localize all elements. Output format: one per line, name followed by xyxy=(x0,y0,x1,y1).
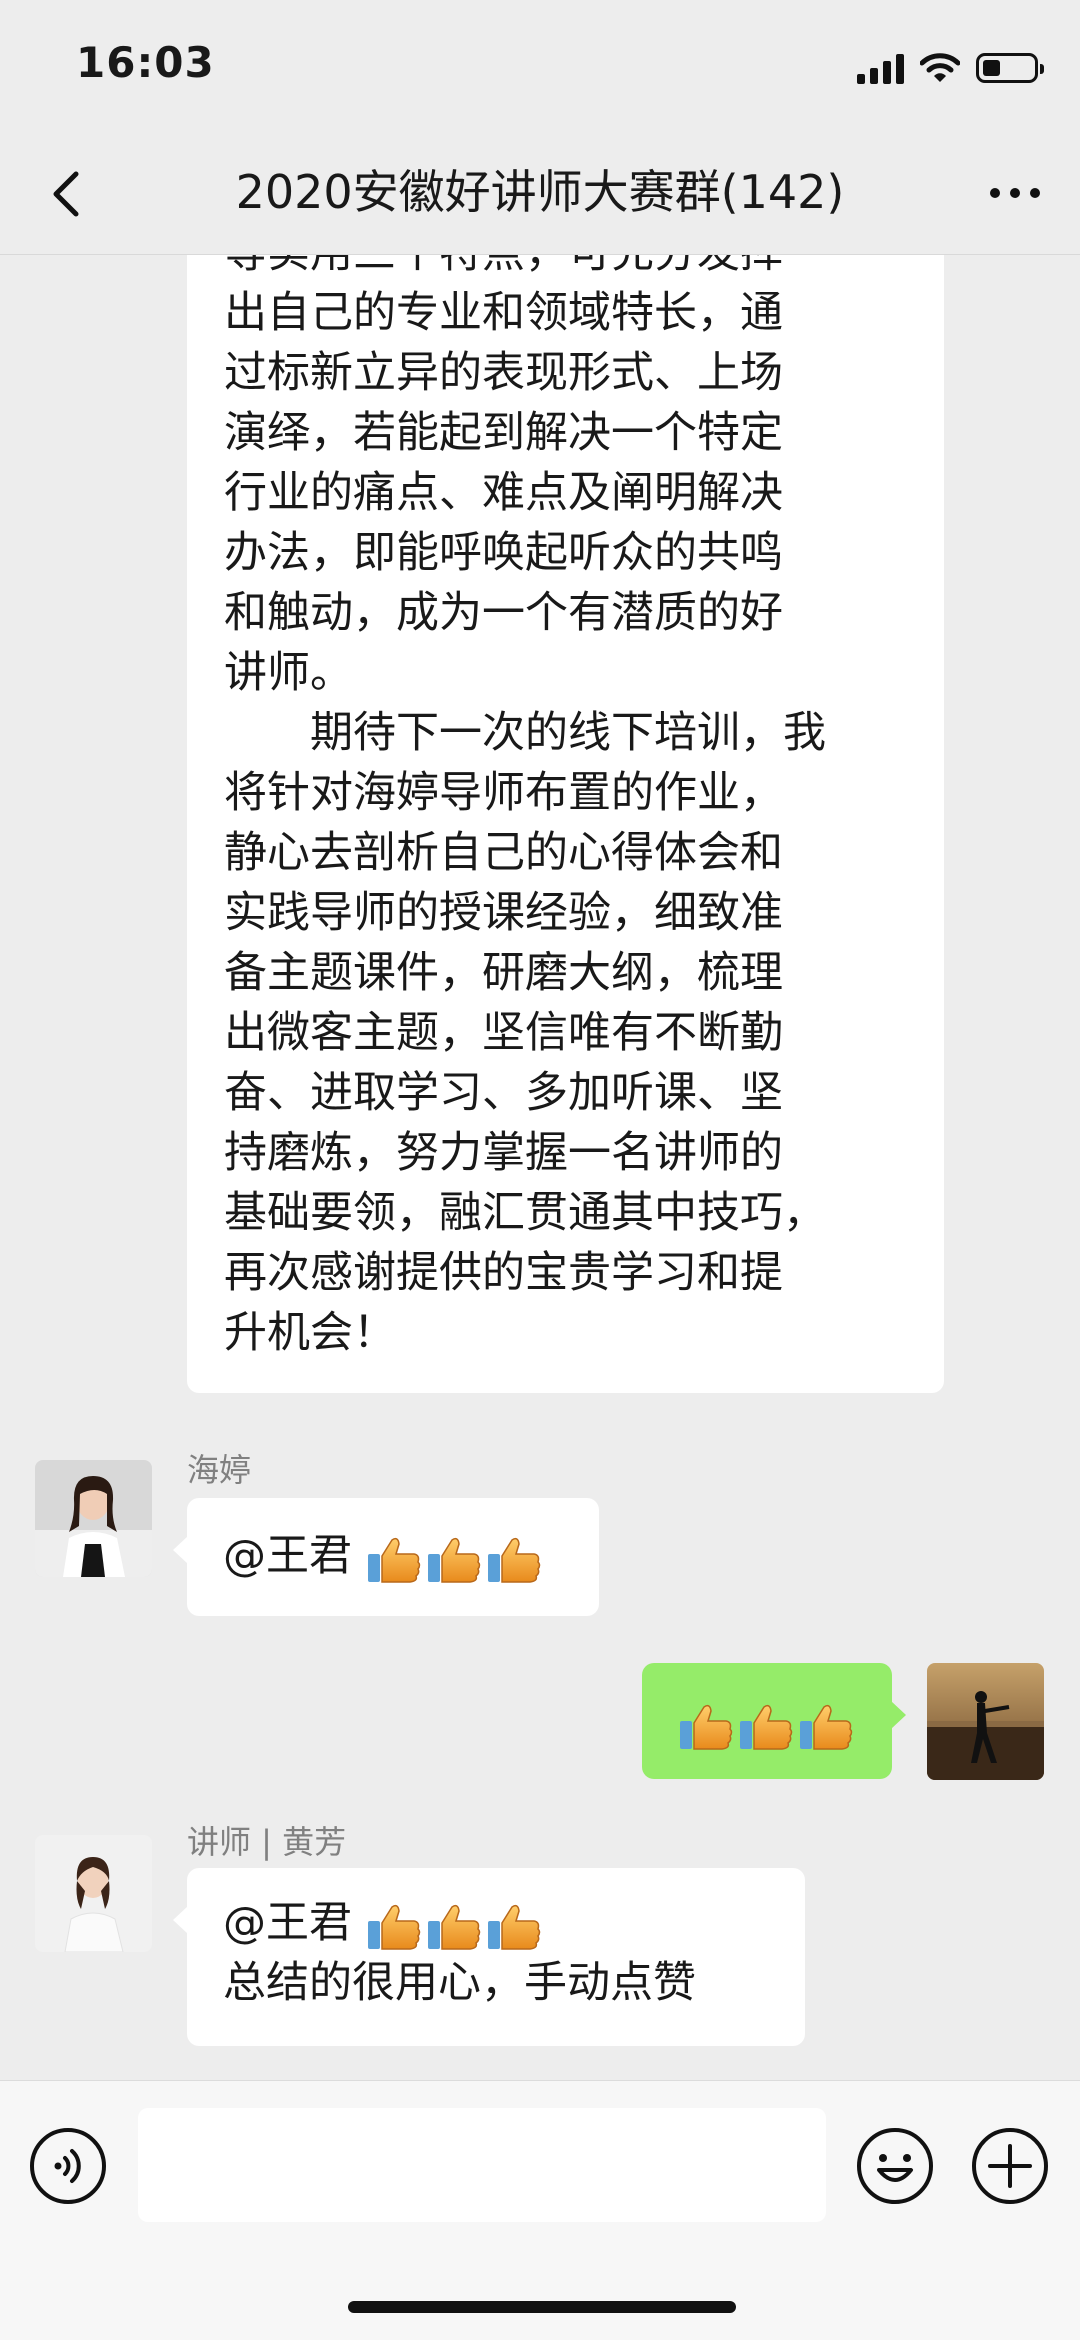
message-line: 出自己的专业和领域特长，通 xyxy=(224,288,783,338)
chat-messages[interactable]: 等实用三个特点，可充分发挥出自己的专业和领域特长，通过标新立异的表现形式、上场演… xyxy=(0,255,1080,2080)
message-bubble[interactable]: @王君 总结的很用心，手动点赞 xyxy=(173,1868,805,2046)
message-line: 奋、进取学习、多加听课、坚 xyxy=(224,1068,783,1118)
thumbs-up-icon xyxy=(799,1704,853,1750)
message-line: 备主题课件，研磨大纲，梳理 xyxy=(224,948,783,998)
battery-icon xyxy=(976,53,1044,83)
thumbs-up-emoji-group xyxy=(366,1534,542,1584)
more-options-icon[interactable] xyxy=(980,158,1050,228)
emoji-icon[interactable] xyxy=(855,2126,935,2206)
sender-name: 海婷 xyxy=(187,1451,252,1489)
message-line: 升机会！ xyxy=(224,1308,396,1358)
status-icons xyxy=(857,48,1044,88)
message-line: 和触动，成为一个有潜质的好 xyxy=(224,588,783,638)
message-line: 出微客主题，坚信唯有不断勤 xyxy=(224,1008,783,1058)
back-arrow-icon[interactable] xyxy=(40,158,100,228)
message-line: 将针对海婷导师布置的作业， xyxy=(224,768,783,818)
message-line: 讲师。 xyxy=(224,648,353,698)
message-line: 持磨炼，努力掌握一名讲师的 xyxy=(224,1128,783,1178)
message-line: 演绎，若能起到解决一个特定 xyxy=(224,408,783,458)
thumbs-up-icon xyxy=(426,1904,480,1950)
thumbs-up-emoji-group xyxy=(366,1901,542,1951)
message-line: 基础要领，融汇贯通其中技巧， xyxy=(224,1188,826,1238)
chat-header: 2020安徽好讲师大赛群(142) xyxy=(0,130,1080,255)
avatar[interactable] xyxy=(35,1835,152,1952)
message-paragraph: 等实用三个特点，可充分发挥出自己的专业和领域特长，通过标新立异的表现形式、上场演… xyxy=(224,255,908,703)
message-line: 期待下一次的线下培训，我 xyxy=(310,708,826,758)
wifi-icon xyxy=(920,53,960,82)
thumbs-up-icon xyxy=(366,1904,420,1950)
thumbs-up-icon xyxy=(679,1704,733,1750)
self-avatar[interactable] xyxy=(927,1663,1044,1780)
thumbs-up-icon xyxy=(486,1537,540,1583)
thumbs-up-icon xyxy=(366,1537,420,1583)
thumbs-up-icon xyxy=(426,1537,480,1583)
chat-title: 2020安徽好讲师大赛群(142) xyxy=(235,165,845,219)
status-bar: 16:03 xyxy=(0,0,1080,130)
message-line: 办法，即能呼唤起听众的共鸣 xyxy=(224,528,783,578)
message-text: @王君 xyxy=(223,1898,366,1948)
message-bubble-self[interactable] xyxy=(642,1663,906,1779)
avatar[interactable] xyxy=(35,1460,152,1577)
status-time: 16:03 xyxy=(76,38,215,87)
message-bubble[interactable]: 等实用三个特点，可充分发挥出自己的专业和领域特长，通过标新立异的表现形式、上场演… xyxy=(187,255,944,1393)
plus-icon[interactable] xyxy=(970,2126,1050,2206)
message-line: 实践导师的授课经验，细致准 xyxy=(224,888,783,938)
message-text: @王君 xyxy=(223,1531,366,1581)
battery-level xyxy=(983,60,1000,76)
sender-name: 讲师 | 黄芳 xyxy=(187,1823,347,1861)
message-line: 等实用三个特点，可充分发挥 xyxy=(224,255,783,278)
voice-input-icon[interactable] xyxy=(28,2126,108,2206)
message-text: 总结的很用心，手动点赞 xyxy=(223,1958,696,2008)
cellular-signal-icon xyxy=(857,52,904,84)
thumbs-up-icon xyxy=(739,1704,793,1750)
message-line: 再次感谢提供的宝贵学习和提 xyxy=(224,1248,783,1298)
home-indicator[interactable] xyxy=(348,2301,736,2313)
message-line: 过标新立异的表现形式、上场 xyxy=(224,348,783,398)
message-paragraph: 期待下一次的线下培训，我将针对海婷导师布置的作业， 静心去剖析自己的心得体会和 实践… xyxy=(224,703,908,1363)
message-line: 行业的痛点、难点及阐明解决 xyxy=(224,468,783,518)
thumbs-up-emoji-group xyxy=(678,1701,854,1751)
thumbs-up-icon xyxy=(486,1904,540,1950)
message-bubble[interactable]: @王君 xyxy=(173,1498,599,1616)
message-input[interactable] xyxy=(138,2108,826,2222)
message-line: 静心去剖析自己的心得体会和 xyxy=(224,828,783,878)
